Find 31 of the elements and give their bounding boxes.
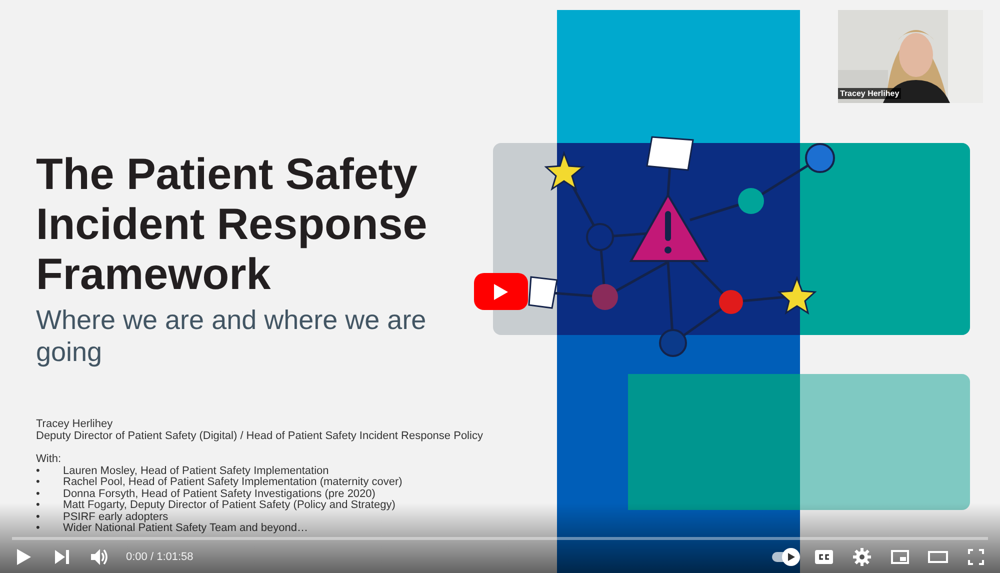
play-icon [787,553,795,561]
captions-icon [815,550,833,564]
participant-name-label: Tracey Herlihey [838,88,902,99]
slide-subtitle: Where we are and where we are going [36,304,428,368]
bullet-marker: • [36,500,41,512]
volume-icon [91,549,109,565]
play-icon [17,549,31,565]
theater-icon [928,551,948,563]
bullet-text: Rachel Pool, Head of Patient Safety Implementation (maternity cover) [63,477,402,488]
bullet-text: Lauren Mosley, Head of Patient Safety Implementation [63,466,329,477]
bullet-marker: • [36,488,41,500]
bullet-marker: • [36,466,41,477]
presenter-role: Deputy Director of Patient Safety (Digital) / Head of Patient Safety Incident Response Policy [36,430,483,442]
time-display: 0:00 / 1:01:58 [126,550,194,565]
play-button[interactable] [474,273,528,310]
play-icon [494,284,508,300]
presenter-name: Tracey Herlihey [36,419,114,430]
bullet-text: Donna Forsyth, Head of Patient Safety Investigations (pre 2020) [63,488,376,500]
next-icon [55,550,69,564]
settings-icon [853,548,871,566]
bullet-marker: • [36,523,41,534]
bullet-text: PSIRF early adopters [63,512,168,523]
bullet-text: Matt Fogarty, Deputy Director of Patient Safety (Policy and Strategy) [63,500,396,512]
bullet-text: Wider National Patient Safety Team and beyond… [63,523,308,534]
fullscreen-icon [968,549,984,565]
settings-button[interactable] [850,545,874,569]
bullet-marker: • [36,477,41,488]
miniplayer-icon [891,550,909,564]
with-label: With: [36,454,62,466]
slide-title: The Patient Safety Incident Response Framework [36,150,428,300]
bullet-marker: • [36,512,41,523]
